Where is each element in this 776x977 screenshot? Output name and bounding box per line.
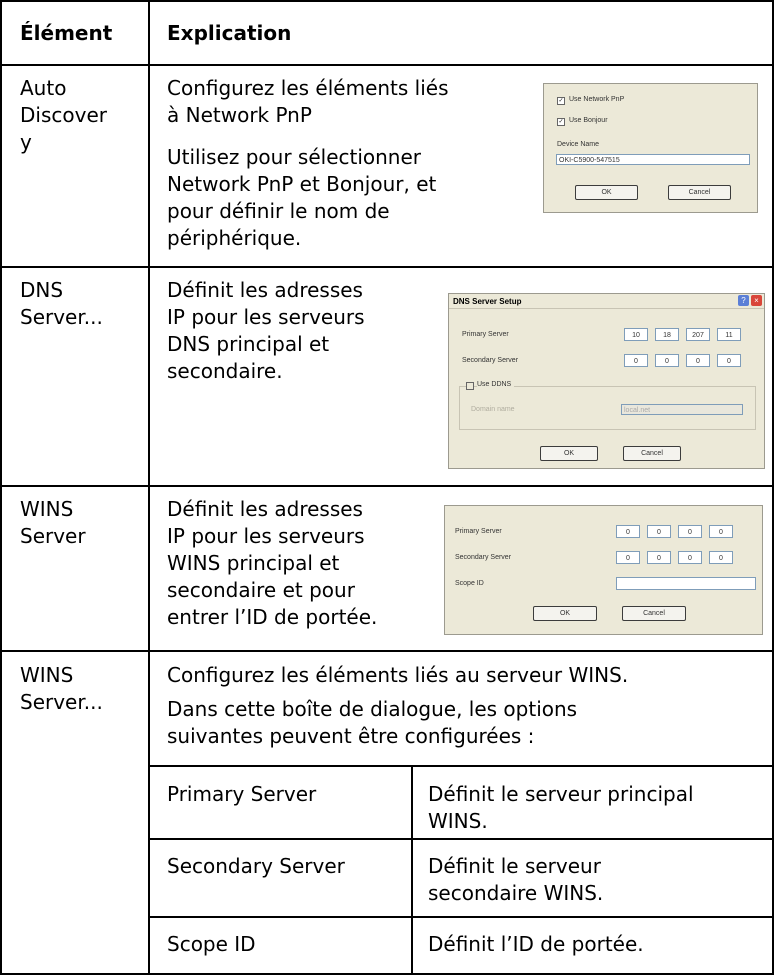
- header-element: Élément: [20, 21, 113, 45]
- ip-octet: 0: [616, 525, 640, 538]
- row-element-wins-server-dialog: WINS Server...: [20, 663, 103, 714]
- text-line: IP pour les serveurs: [167, 524, 365, 548]
- ip-octet: 0: [616, 551, 640, 564]
- ip-octet: 18: [655, 328, 679, 341]
- use-pnp-label: Use Network PnP: [569, 96, 625, 103]
- secondary-server-label: Secondary Server: [462, 357, 519, 364]
- text-line: IP pour les serveurs: [167, 305, 365, 329]
- ok-button: OK: [575, 185, 638, 200]
- primary-server-label: Primary Server: [462, 331, 509, 338]
- row-explication: Configurez les éléments liés au serveur …: [167, 663, 629, 687]
- checkbox-checked-icon: ✓: [557, 118, 565, 126]
- cancel-button: Cancel: [623, 446, 681, 461]
- option-name: Scope ID: [167, 932, 256, 956]
- text-line: DNS principal et: [167, 332, 330, 356]
- primary-server-label: Primary Server: [455, 528, 502, 535]
- ip-octet: 0: [655, 354, 679, 367]
- settings-table: Élément Explication Auto Discover y Config…: [0, 0, 774, 975]
- ok-button: OK: [533, 606, 597, 621]
- ip-octet: 0: [647, 525, 671, 538]
- use-ddns-label: Use DDNS: [477, 381, 515, 388]
- row-explication: Définit les adresses IP pour les serveur…: [167, 277, 365, 385]
- auto-discovery-dialog-screenshot: ✓ Use Network PnP ✓ Use Bonjour Device N…: [543, 83, 758, 213]
- ip-octet: 0: [678, 525, 702, 538]
- ok-button: OK: [540, 446, 598, 461]
- table-border-left: [0, 0, 2, 975]
- ip-octet: 0: [647, 551, 671, 564]
- table-border-bottom: [0, 973, 774, 975]
- checkbox-unchecked-icon: [466, 382, 474, 390]
- text-line: secondaire WINS.: [428, 881, 604, 905]
- subtable-row-divider: [149, 838, 774, 840]
- option-name: Secondary Server: [167, 854, 345, 878]
- text-line: Définit les adresses: [167, 497, 363, 521]
- text-line: suivantes peuvent être configurées :: [167, 724, 535, 748]
- text-line: Configurez les éléments liés: [167, 76, 449, 100]
- text-line: pour définir le nom de: [167, 199, 390, 223]
- text-line: WINS principal et: [167, 551, 340, 575]
- cancel-button: Cancel: [668, 185, 731, 200]
- ip-octet: 0: [686, 354, 710, 367]
- table-border-right: [772, 0, 774, 975]
- option-description: Définit l’ID de portée.: [428, 932, 644, 956]
- option-description: Définit le serveur secondaire WINS.: [428, 853, 603, 907]
- text-line: entrer l’ID de portée.: [167, 605, 378, 629]
- text-line: Définit le serveur: [428, 854, 601, 878]
- text-line: Utilisez pour sélectionner: [167, 145, 422, 169]
- domain-name-label: Domain name: [471, 406, 515, 413]
- cancel-button: Cancel: [622, 606, 686, 621]
- wins-server-dialog-screenshot: Primary Server 0 0 0 0 Secondary Server …: [444, 505, 763, 635]
- row-divider: [0, 266, 774, 268]
- dialog-title: DNS Server Setup: [453, 297, 522, 306]
- domain-name-field: local.net: [621, 404, 743, 415]
- help-icon: ?: [738, 295, 749, 306]
- text-line: WINS.: [428, 809, 488, 833]
- text-line: à Network PnP: [167, 103, 312, 127]
- row-element-dns-server: DNS Server...: [20, 278, 103, 329]
- text-line: secondaire.: [167, 359, 283, 383]
- dialog-titlebar: DNS Server Setup ? ×: [449, 294, 764, 309]
- ip-octet: 0: [678, 551, 702, 564]
- ip-octet: 0: [709, 525, 733, 538]
- ip-octet: 0: [717, 354, 741, 367]
- option-name: Primary Server: [167, 782, 317, 806]
- subtable-border-top: [149, 765, 774, 767]
- text-line: secondaire et pour: [167, 578, 355, 602]
- device-name-label: Device Name: [557, 141, 600, 148]
- column-divider: [148, 0, 150, 975]
- dns-server-dialog-screenshot: DNS Server Setup ? × Primary Server 10 1…: [448, 293, 765, 469]
- row-explication: Utilisez pour sélectionner Network PnP e…: [167, 144, 436, 252]
- row-explication: Dans cette boîte de dialogue, les option…: [167, 696, 577, 750]
- scope-id-label: Scope ID: [455, 580, 484, 587]
- subtable-column-divider: [411, 765, 413, 974]
- checkbox-checked-icon: ✓: [557, 97, 565, 105]
- text-line: Network PnP et Bonjour, et: [167, 172, 437, 196]
- row-explication: Définit les adresses IP pour les serveur…: [167, 496, 377, 631]
- subtable-row-divider: [149, 916, 774, 918]
- text-line: Définit les adresses: [167, 278, 363, 302]
- row-divider: [0, 650, 774, 652]
- header-explication: Explication: [167, 21, 292, 45]
- scope-id-field: [616, 577, 756, 590]
- row-element-wins-server: WINS Server: [20, 497, 86, 548]
- use-bonjour-label: Use Bonjour: [569, 117, 608, 124]
- row-explication: Configurez les éléments liés à Network P…: [167, 75, 449, 129]
- device-name-field: OKI-C5900-547515: [556, 154, 750, 165]
- ip-octet: 207: [686, 328, 710, 341]
- text-line: périphérique.: [167, 226, 302, 250]
- close-icon: ×: [751, 295, 762, 306]
- ip-octet: 10: [624, 328, 648, 341]
- text-line: Dans cette boîte de dialogue, les option…: [167, 697, 578, 721]
- text-line: Définit le serveur principal: [428, 782, 694, 806]
- row-element-auto-discovery: Auto Discover y: [20, 76, 107, 154]
- row-divider: [0, 485, 774, 487]
- secondary-server-label: Secondary Server: [455, 554, 512, 561]
- ip-octet: 0: [709, 551, 733, 564]
- ip-octet: 11: [717, 328, 741, 341]
- table-border-top: [0, 0, 774, 2]
- option-description: Définit le serveur principal WINS.: [428, 781, 694, 835]
- header-divider: [0, 64, 774, 66]
- ip-octet: 0: [624, 354, 648, 367]
